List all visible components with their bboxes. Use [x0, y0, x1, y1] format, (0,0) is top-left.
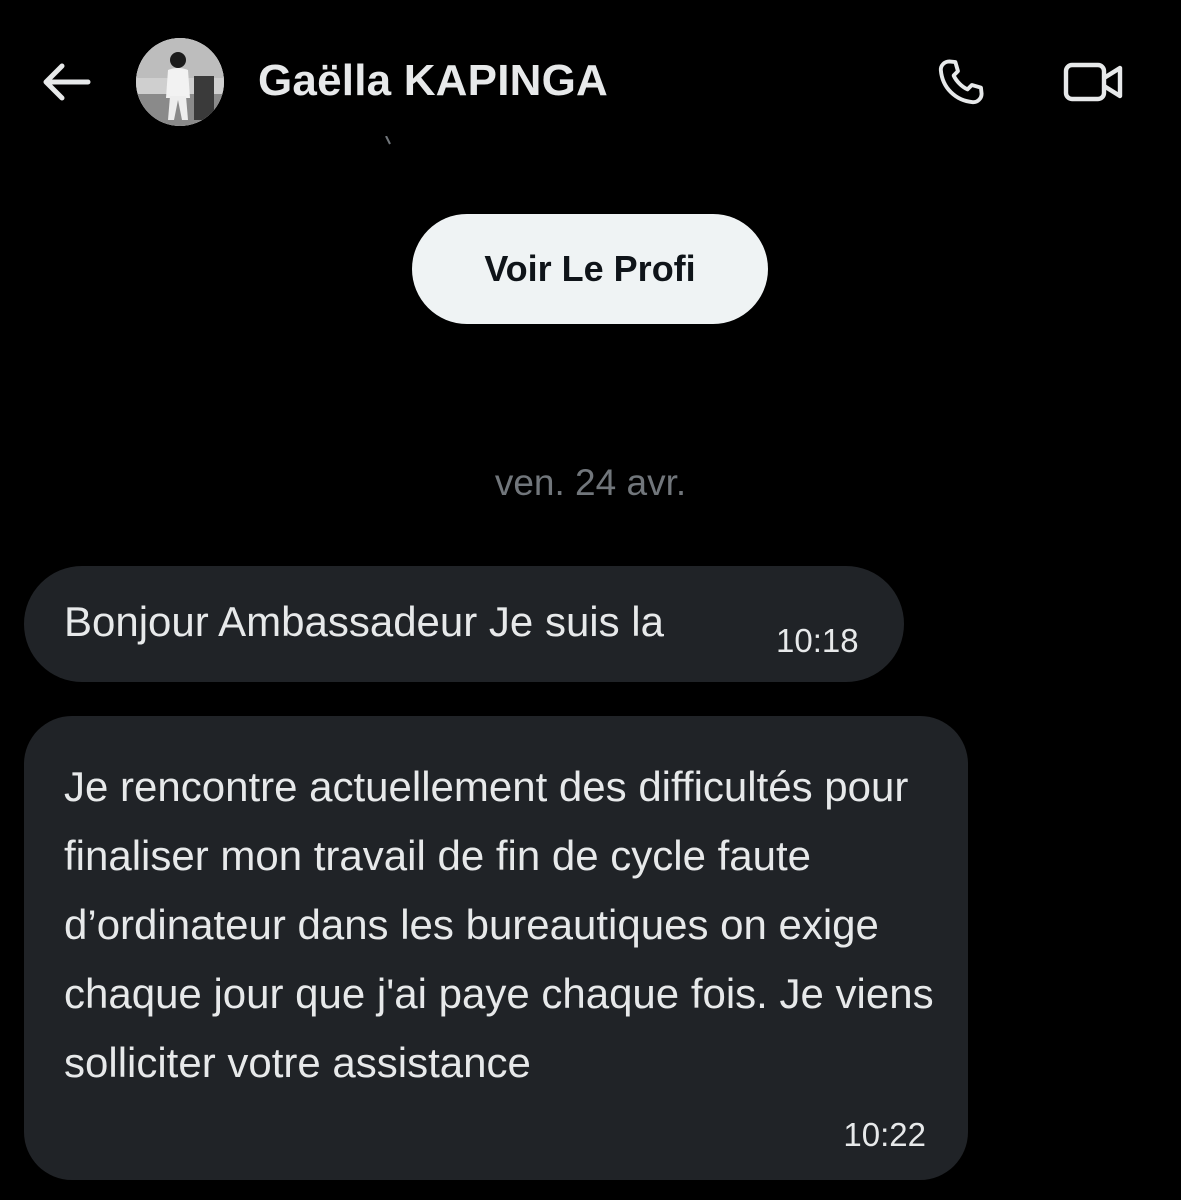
contact-name[interactable]: Gaëlla KAPINGA	[258, 56, 608, 106]
view-profile-button[interactable]: Voir Le Profi	[412, 214, 768, 324]
voice-call-button[interactable]	[930, 52, 992, 112]
truncated-text-fragment	[385, 136, 391, 145]
video-camera-icon	[1063, 62, 1123, 102]
avatar-image	[136, 38, 224, 126]
message-timestamp: 10:22	[843, 1116, 926, 1153]
message-text: Je rencontre actuellement des difficulté…	[64, 763, 934, 1086]
message-text: Bonjour Ambassadeur Je suis la	[64, 598, 664, 645]
message-bubble[interactable]: Bonjour Ambassadeur Je suis la	[24, 566, 904, 682]
phone-icon	[938, 59, 984, 105]
conversation-header: Gaëlla KAPINGA	[0, 0, 1181, 165]
video-call-button[interactable]	[1058, 52, 1130, 112]
date-separator: ven. 24 avr.	[494, 462, 687, 503]
message-bubble[interactable]: Je rencontre actuellement des difficulté…	[24, 716, 968, 1180]
avatar[interactable]	[136, 38, 224, 126]
back-button[interactable]	[36, 52, 96, 112]
arrow-left-icon	[43, 63, 91, 101]
message-timestamp: 10:18	[776, 622, 859, 659]
